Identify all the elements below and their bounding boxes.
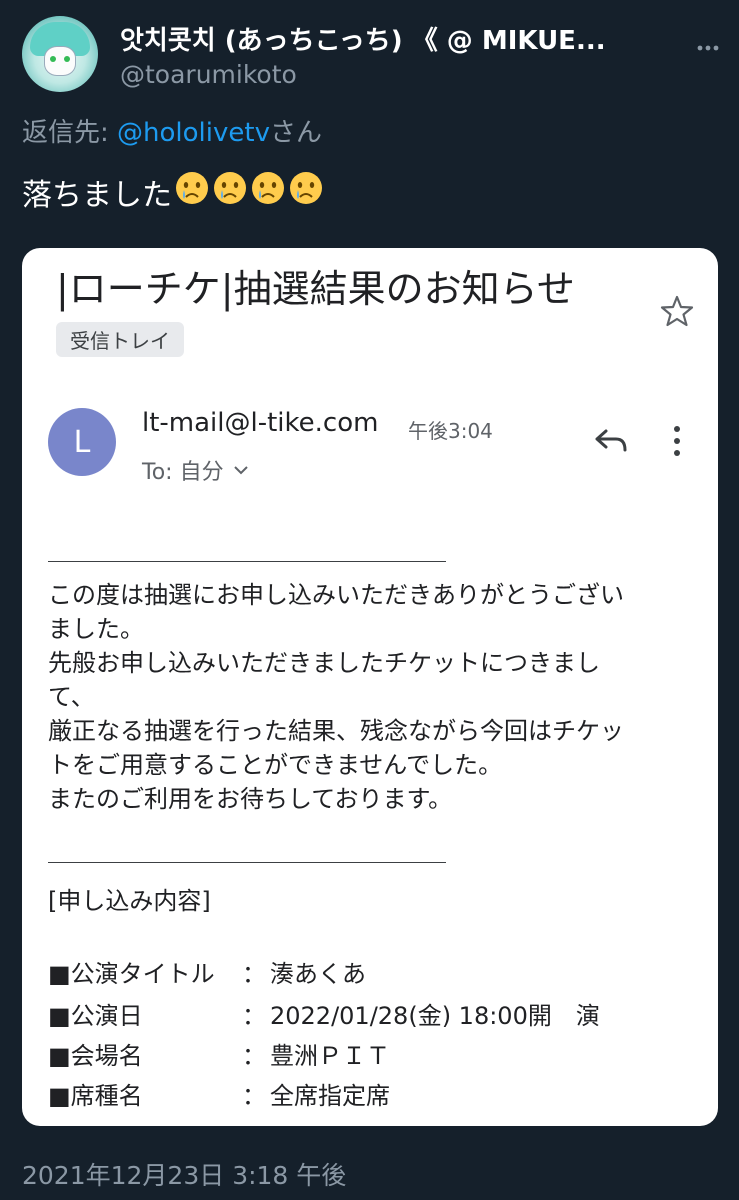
body-line: ました。 — [48, 615, 144, 643]
detail-row: ■会場名 ：豊洲ＰＩＴ — [48, 1036, 390, 1071]
display-name[interactable]: 앗치콧치 (あっちこっち) 《 @ MIKUE... — [120, 20, 606, 57]
detail-value: 豊洲ＰＩＴ — [270, 1042, 390, 1070]
tweet-body: 落ちました — [22, 178, 172, 213]
reply-suffix: さん — [269, 118, 322, 148]
detail-sep: ： — [242, 960, 266, 988]
tweet-timestamp[interactable]: 2021年12月23日 3:18 午後 — [22, 1156, 346, 1192]
body-line: トをご用意することができませんでした。 — [48, 751, 503, 779]
detail-row: ■公演タイトル ：湊あくあ — [48, 954, 366, 989]
chevron-down-icon[interactable] — [232, 461, 250, 479]
detail-sep: ： — [242, 1042, 266, 1070]
email-time: 午後3:04 — [408, 419, 493, 443]
reply-to-line: 返信先: @hololivetvさん — [22, 112, 322, 149]
detail-sep: ： — [242, 1002, 266, 1030]
reply-icon[interactable] — [594, 426, 628, 456]
detail-row: ■公演日 ： 2022/01/28(金) 18:00開 演 — [48, 996, 600, 1031]
body-line: て、 — [48, 683, 95, 711]
avatar-eye-right — [64, 56, 70, 62]
tweet-text: 落ちました — [22, 170, 324, 214]
email-subject: |ローチケ|抽選結果のお知らせ — [56, 267, 575, 311]
crying-face-icon — [252, 172, 284, 204]
divider-line — [48, 561, 446, 562]
detail-value: 湊あくあ — [270, 960, 366, 988]
email-screenshot-card[interactable]: |ローチケ|抽選結果のお知らせ 受信トレイ L lt-mail@l-tike.c… — [22, 248, 718, 1126]
avatar-eye-left — [50, 56, 56, 62]
crying-face-icon — [176, 172, 208, 204]
recipient-text: To: 自分 — [142, 460, 224, 485]
detail-value: 全席指定席 — [270, 1082, 390, 1110]
sender-avatar: L — [48, 408, 116, 476]
detail-key: ■公演タイトル — [48, 960, 215, 988]
divider-line — [48, 862, 446, 863]
crying-face-icon — [214, 172, 246, 204]
detail-row: ■席種名 ：全席指定席 — [48, 1076, 390, 1111]
body-line: 厳正なる抽選を行った結果、残念ながら今回はチケッ — [48, 717, 624, 745]
user-avatar[interactable] — [22, 16, 98, 92]
crying-face-icon — [290, 172, 322, 204]
detail-key: ■会場名 — [48, 1042, 143, 1070]
avatar-face — [44, 46, 76, 76]
reply-prefix: 返信先: — [22, 118, 118, 148]
user-handle[interactable]: @toarumikoto — [120, 60, 297, 89]
body-line: またのご利用をお待ちしております。 — [48, 785, 453, 813]
detail-key: ■公演日 — [48, 1002, 143, 1030]
kebab-menu-icon[interactable] — [670, 424, 684, 458]
more-options-icon[interactable] — [694, 34, 722, 62]
tweet-header: 앗치콧치 (あっちこっち) 《 @ MIKUE... @toarumikoto — [22, 12, 722, 92]
section-title: [申し込み内容] — [48, 887, 211, 915]
detail-value: 2022/01/28(金) 18:00開 演 — [270, 1002, 600, 1030]
star-icon[interactable] — [660, 294, 694, 328]
reply-mention-link[interactable]: @hololivetv — [117, 118, 270, 148]
detail-key: ■席種名 — [48, 1082, 143, 1110]
sender-email[interactable]: lt-mail@l-tike.com — [142, 408, 378, 438]
body-line: この度は抽選にお申し込みいただきありがとうござい — [48, 581, 624, 609]
detail-sep: ： — [242, 1082, 266, 1110]
emoji-row — [172, 170, 324, 214]
inbox-label[interactable]: 受信トレイ — [56, 322, 184, 357]
body-line: 先般お申し込みいただきましたチケットにつきまし — [48, 649, 600, 677]
recipient-line[interactable]: To: 自分 — [142, 454, 250, 486]
